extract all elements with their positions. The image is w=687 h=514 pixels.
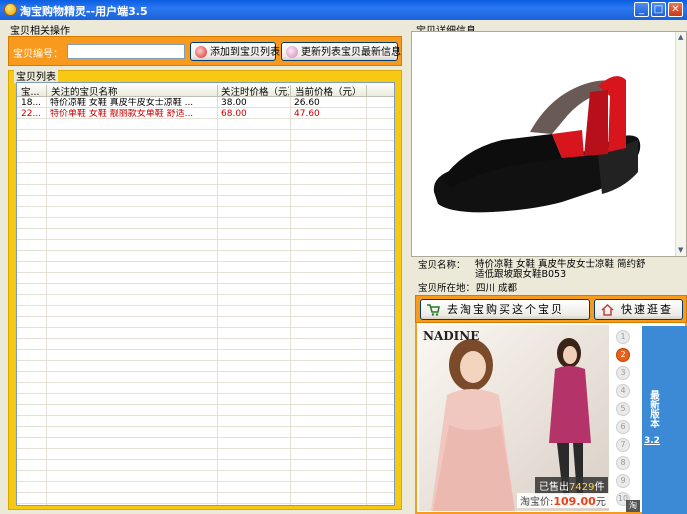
product-image-frame: ▲ ▼: [411, 31, 687, 257]
scroll-up-icon[interactable]: ▲: [678, 33, 683, 41]
row-name: 特价单鞋 女鞋 靓丽款女单鞋 舒适...: [50, 109, 194, 119]
ad-sold-number: 7429: [569, 482, 595, 493]
item-id-label: 宝贝编号：: [13, 49, 63, 60]
item-ops-panel: 宝贝编号： 添加到宝贝列表 更新列表宝贝最新信息: [8, 36, 402, 66]
item-list-table[interactable]: 宝... 关注的宝贝名称 关注时价格（元） 当前价格（元） 18... 特价凉鞋…: [16, 82, 395, 506]
grid-lines: [17, 97, 394, 505]
row-id: 22...: [21, 109, 42, 119]
table-row[interactable]: 18... 特价凉鞋 女鞋 真皮牛皮女士凉鞋 ... 38.00 26.60: [17, 98, 394, 109]
col-header-watch-price[interactable]: 关注时价格（元）: [221, 84, 289, 98]
taobao-badge: 淘: [626, 500, 640, 512]
col-header-name[interactable]: 关注的宝贝名称: [51, 84, 215, 98]
row-current-price: 47.60: [294, 109, 320, 119]
header-separator: [366, 85, 367, 96]
close-button[interactable]: ✕: [668, 2, 683, 17]
col-header-current-price[interactable]: 当前价格（元）: [295, 84, 365, 98]
item-ops-group-title: 宝贝相关操作: [10, 26, 70, 37]
refresh-list-button[interactable]: 更新列表宝贝最新信息: [281, 42, 401, 61]
table-row[interactable]: 22... 特价单鞋 女鞋 靓丽款女单鞋 舒适... 68.00 47.60: [17, 109, 394, 120]
product-name-line2: 适低跟坡跟女鞋B053: [475, 269, 567, 280]
version-number[interactable]: 3.2: [644, 436, 660, 446]
window-title: 淘宝购物精灵--用户端3.5: [20, 5, 148, 18]
refresh-icon: [286, 46, 298, 58]
row-id: 18...: [21, 98, 42, 108]
buy-on-taobao-label: 去淘宝购买这个宝贝: [447, 303, 564, 316]
scroll-down-icon[interactable]: ▼: [678, 246, 683, 254]
col-divider: [46, 83, 47, 505]
ad-sold-count: 已售出7429件: [535, 477, 609, 494]
add-to-list-button[interactable]: 添加到宝贝列表: [190, 42, 280, 61]
add-to-list-label: 添加到宝贝列表: [210, 47, 280, 58]
row-watch-price: 68.00: [221, 109, 247, 119]
header-separator: [217, 85, 218, 96]
item-id-input[interactable]: [67, 44, 185, 59]
table-header: 宝... 关注的宝贝名称 关注时价格（元） 当前价格（元）: [17, 83, 394, 98]
refresh-list-label: 更新列表宝贝最新信息: [301, 47, 401, 58]
col-divider: [290, 83, 291, 505]
slide-dot-5[interactable]: 5: [616, 402, 630, 416]
ad-brand-logo: NADINE: [423, 329, 480, 343]
buy-on-taobao-button[interactable]: 去淘宝购买这个宝贝: [420, 299, 590, 320]
slide-dot-2[interactable]: 2: [616, 348, 630, 362]
slide-dot-1[interactable]: 1: [616, 330, 630, 344]
detail-scrollbar[interactable]: ▲ ▼: [675, 32, 686, 256]
item-list-group-title: 宝贝列表: [14, 68, 58, 83]
slide-dot-9[interactable]: 9: [616, 474, 630, 488]
title-bar: 淘宝购物精灵--用户端3.5 _ □ ✕: [0, 0, 687, 20]
slide-dot-6[interactable]: 6: [616, 420, 630, 434]
ad-price: 淘宝价:109.00元: [517, 493, 609, 508]
latest-version-label[interactable]: 最新版本: [647, 390, 659, 428]
product-location-label: 宝贝所在地：: [418, 283, 476, 294]
sandal-product-image: [433, 76, 641, 213]
slide-dot-3[interactable]: 3: [616, 366, 630, 380]
cart-icon: [427, 304, 440, 316]
slide-dot-4[interactable]: 4: [616, 384, 630, 398]
ad-price-suffix: 元: [595, 497, 606, 508]
ad-sold-prefix: 已售出: [539, 482, 569, 493]
row-current-price: 26.60: [294, 98, 320, 108]
quick-browse-button[interactable]: 快速逛查: [594, 299, 683, 320]
slide-dot-8[interactable]: 8: [616, 456, 630, 470]
row-watch-price: 38.00: [221, 98, 247, 108]
home-icon: [601, 304, 614, 316]
ad-sold-suffix: 件: [594, 482, 605, 493]
detail-actions-panel: 去淘宝购买这个宝贝 快速逛查: [415, 295, 687, 323]
slide-dot-7[interactable]: 7: [616, 438, 630, 452]
ad-price-value: 109.00: [553, 495, 596, 508]
ad-price-prefix: 淘宝价:: [520, 497, 554, 508]
quick-browse-label: 快速逛查: [621, 303, 673, 316]
app-icon: [4, 3, 17, 16]
maximize-button[interactable]: □: [651, 2, 666, 17]
product-name-label: 宝贝名称：: [418, 260, 466, 271]
col-divider: [366, 83, 367, 505]
product-location-value: 四川 成都: [476, 283, 518, 294]
header-separator: [46, 85, 47, 96]
header-separator: [290, 85, 291, 96]
add-icon: [195, 46, 207, 58]
row-name: 特价凉鞋 女鞋 真皮牛皮女士凉鞋 ...: [50, 98, 194, 108]
col-divider: [217, 83, 218, 505]
col-header-id[interactable]: 宝...: [21, 84, 45, 98]
minimize-button[interactable]: _: [634, 2, 649, 17]
